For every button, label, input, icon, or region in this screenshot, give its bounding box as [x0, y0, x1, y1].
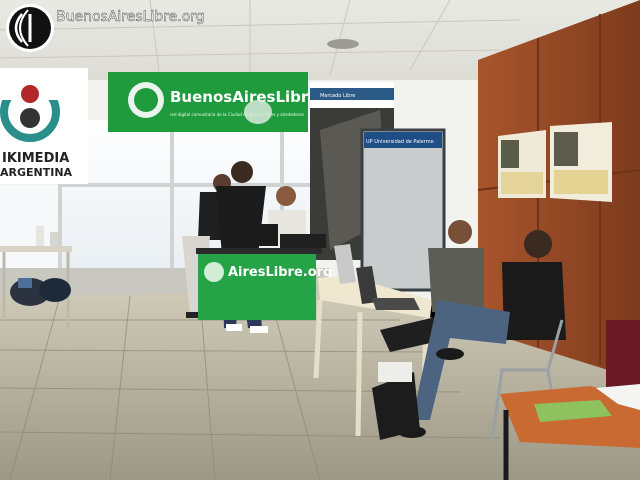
watermark-logo [6, 4, 54, 52]
front-table [196, 248, 322, 320]
wikimedia-label: IKIMEDIA [2, 151, 69, 166]
ceiling-light [327, 39, 359, 49]
banner-reflection [244, 100, 272, 124]
wall-posters [498, 122, 612, 202]
front-table-banner-text: AiresLibre.org [228, 265, 332, 280]
event-photo: IKIMEDIA ARGENTINA BuenosAiresLibre.org … [0, 0, 640, 480]
standee-label: Mercado Libre [320, 93, 355, 99]
watermark-text: BuenosAiresLibre.org [56, 9, 205, 25]
wikimedia-sublabel: ARGENTINA [0, 166, 73, 179]
photo-scene: IKIMEDIA ARGENTINA BuenosAiresLibre.org … [0, 0, 640, 480]
banner-tagline: red digital comunitaria de la Ciudad de … [170, 112, 304, 117]
floor-backpack [372, 362, 420, 440]
up-panel-label: UP Universidad de Palermo [366, 139, 434, 145]
